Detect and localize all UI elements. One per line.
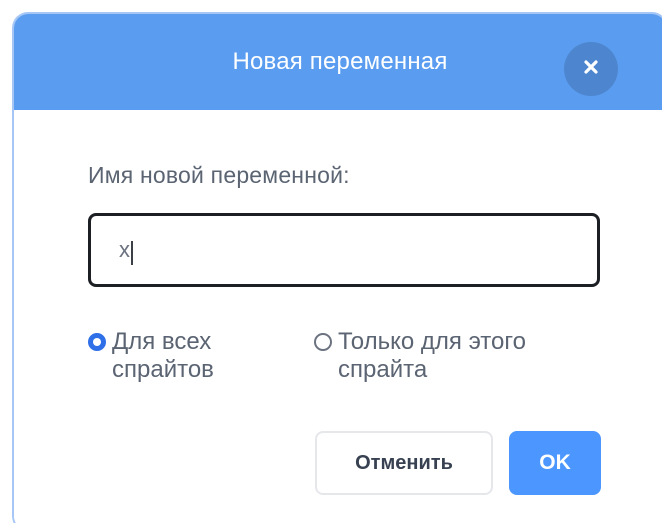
dialog-body: Имя новой переменной: x Для всех спрайто… <box>14 110 662 523</box>
variable-name-value: x <box>119 237 130 262</box>
text-caret <box>131 241 133 265</box>
radio-selected-icon <box>88 333 106 351</box>
radio-all-sprites-label: Для всех спрайтов <box>112 328 214 383</box>
radio-this-sprite-only-label: Только для этого спрайта <box>338 328 526 383</box>
cancel-button[interactable]: Отменить <box>315 431 493 495</box>
ok-button[interactable]: OK <box>509 431 601 495</box>
radio-this-sprite-only[interactable]: Только для этого спрайта <box>314 328 608 384</box>
radio-all-sprites[interactable]: Для всех спрайтов <box>88 328 302 384</box>
variable-name-input[interactable]: x <box>88 213 600 287</box>
new-variable-dialog: Новая переменная Имя новой переменной: x… <box>14 14 662 523</box>
variable-name-label: Имя новой переменной: <box>88 162 350 188</box>
scope-radio-group: Для всех спрайтов Только для этого спрай… <box>88 328 648 398</box>
close-button[interactable] <box>564 42 618 96</box>
close-icon <box>581 57 601 82</box>
dialog-header: Новая переменная <box>14 14 662 111</box>
viewport: Новая переменная Имя новой переменной: x… <box>0 0 662 523</box>
radio-unselected-icon <box>314 333 332 351</box>
